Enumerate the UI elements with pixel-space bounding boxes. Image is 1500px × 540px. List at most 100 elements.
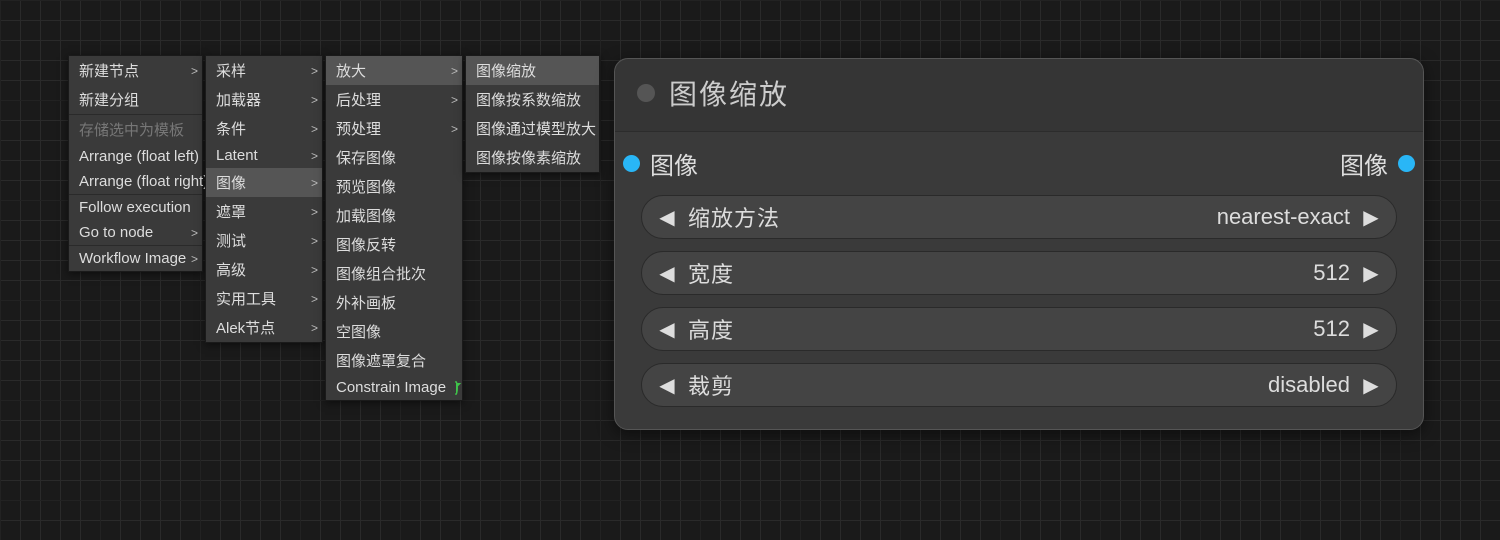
menu-item[interactable]: 图像通过模型放大	[466, 114, 599, 143]
menu-item-label: 图像反转	[336, 234, 396, 255]
menu-item[interactable]: 新建节点 >	[69, 56, 202, 85]
menu-item-label: Arrange (float right)	[79, 173, 208, 190]
menu-item[interactable]: 条件>	[206, 114, 322, 143]
menu-item[interactable]: 图像>	[206, 168, 322, 197]
menu-item[interactable]: 高级 >	[206, 255, 322, 284]
node-collapse-dot[interactable]	[637, 84, 655, 102]
arrow-left-icon[interactable]: ◀	[652, 317, 682, 342]
param-row[interactable]: ◀宽度512▶	[641, 251, 1397, 295]
param-label: 高度	[688, 313, 734, 345]
menu-item-label: 实用工具	[216, 288, 276, 309]
menu-item[interactable]: 图像按像素缩放	[466, 143, 599, 172]
param-label: 宽度	[688, 257, 734, 289]
menu-item[interactable]: 后处理 >	[326, 85, 462, 114]
param-row[interactable]: ◀缩放方法nearest-exact▶	[641, 195, 1397, 239]
arrow-right-icon[interactable]: ▶	[1356, 261, 1386, 286]
menu-item-label: Latent	[216, 147, 258, 164]
arrow-left-icon[interactable]: ◀	[652, 261, 682, 286]
menu-item[interactable]: 图像反转	[326, 230, 462, 259]
menu-item[interactable]: 图像按系数缩放	[466, 85, 599, 114]
chevron-right-icon: >	[451, 64, 458, 78]
menu-item[interactable]: 保存图像	[326, 143, 462, 172]
menu-item[interactable]: Follow execution	[69, 195, 202, 220]
menu-item[interactable]: Constrain Image	[326, 375, 462, 400]
node-header[interactable]: 图像缩放	[615, 59, 1423, 132]
menu-item: 存储选中为模板	[69, 115, 202, 144]
chevron-right-icon: >	[311, 64, 318, 78]
menu-item[interactable]: 空图像	[326, 317, 462, 346]
menu-item[interactable]: 放大 >	[326, 56, 462, 85]
param-row[interactable]: ◀高度 512▶	[641, 307, 1397, 351]
context-menu-level1: 新建节点 > 新建分组存储选中为模板 Arrange (float left)Arra…	[68, 55, 203, 272]
arrow-right-icon[interactable]: ▶	[1356, 317, 1386, 342]
arrow-right-icon[interactable]: ▶	[1356, 205, 1386, 230]
menu-item[interactable]: 遮罩 >	[206, 197, 322, 226]
chevron-right-icon: >	[311, 93, 318, 107]
menu-item[interactable]: 图像组合批次	[326, 259, 462, 288]
chevron-right-icon: >	[311, 234, 318, 248]
input-socket[interactable]	[623, 155, 640, 172]
menu-item-label: 采样	[216, 60, 246, 81]
chevron-right-icon: >	[311, 149, 318, 163]
menu-item-label: 图像按系数缩放	[476, 89, 581, 110]
arrow-right-icon[interactable]: ▶	[1356, 373, 1386, 398]
chevron-right-icon: >	[311, 321, 318, 335]
menu-item[interactable]: Workflow Image>	[69, 246, 202, 271]
input-label: 图像	[650, 146, 698, 181]
chevron-right-icon: >	[191, 64, 198, 78]
output-label: 图像	[1340, 146, 1388, 181]
menu-item-label: 预处理	[336, 118, 381, 139]
menu-item-label: 加载器	[216, 89, 261, 110]
menu-item[interactable]: 加载器 >	[206, 85, 322, 114]
node-title: 图像缩放	[669, 73, 789, 113]
node-output-port[interactable]: 图像	[1340, 146, 1415, 181]
menu-item[interactable]: 实用工具>	[206, 284, 322, 313]
menu-item-label: 空图像	[336, 321, 381, 342]
param-label: 缩放方法	[688, 201, 780, 233]
node-image-scale[interactable]: 图像缩放 图像 图像 ◀缩放方法nearest-exact▶◀宽度512▶◀高度…	[614, 58, 1424, 430]
arrow-left-icon[interactable]: ◀	[652, 205, 682, 230]
menu-item-label: 测试	[216, 230, 246, 251]
menu-item-label: Alek节点	[216, 317, 275, 338]
chevron-right-icon: >	[311, 205, 318, 219]
context-menu-level4: 图像缩放图像按系数缩放图像通过模型放大图像按像素缩放	[465, 55, 600, 173]
param-label: 裁剪	[688, 369, 734, 401]
arrow-left-icon[interactable]: ◀	[652, 373, 682, 398]
menu-item-label: 存储选中为模板	[79, 119, 184, 140]
menu-item[interactable]: 加载图像	[326, 201, 462, 230]
menu-item-label: 高级	[216, 259, 246, 280]
menu-item[interactable]: 预处理>	[326, 114, 462, 143]
menu-item-label: 新建节点	[79, 60, 139, 81]
menu-item-label: 图像按像素缩放	[476, 147, 581, 168]
menu-item[interactable]: Alek节点 >	[206, 313, 322, 342]
context-menu-level3: 放大 > 后处理 > 预处理> 保存图像预览图像加载图像图像反转图像组合批次外补画板空图像…	[325, 55, 463, 401]
menu-item[interactable]: Arrange (float left)	[69, 144, 202, 169]
menu-item[interactable]: 外补画板	[326, 288, 462, 317]
chevron-right-icon: >	[311, 263, 318, 277]
menu-item-label: Workflow Image	[79, 250, 186, 267]
menu-item[interactable]: Go to node>	[69, 220, 202, 245]
menu-item-label: Follow execution	[79, 199, 191, 216]
chevron-right-icon: >	[191, 226, 198, 240]
output-socket[interactable]	[1398, 155, 1415, 172]
menu-item[interactable]: Latent >	[206, 143, 322, 168]
chevron-right-icon: >	[451, 93, 458, 107]
menu-item-label: 条件	[216, 118, 246, 139]
context-menu-level2: 采样>加载器>条件>Latent>图像>遮罩>测试>高级>实用工具>Alek节点…	[205, 55, 323, 343]
menu-item-label: 遮罩	[216, 201, 246, 222]
menu-item-label: 后处理	[336, 89, 381, 110]
param-row[interactable]: ◀裁剪disabled▶	[641, 363, 1397, 407]
menu-item-label: 放大	[336, 60, 366, 81]
menu-item-label: 图像缩放	[476, 60, 536, 81]
node-input-port[interactable]: 图像	[623, 146, 698, 181]
param-value: 512	[1313, 316, 1350, 342]
menu-item[interactable]: 预览图像	[326, 172, 462, 201]
menu-item[interactable]: 采样 >	[206, 56, 322, 85]
menu-item-label: 保存图像	[336, 147, 396, 168]
menu-item[interactable]: 图像遮罩复合	[326, 346, 462, 375]
menu-item[interactable]: 测试 >	[206, 226, 322, 255]
menu-item-label: 图像组合批次	[336, 263, 426, 284]
menu-item[interactable]: 新建分组	[69, 85, 202, 114]
menu-item[interactable]: 图像缩放	[466, 56, 599, 85]
menu-item[interactable]: Arrange (float right)	[69, 169, 202, 194]
